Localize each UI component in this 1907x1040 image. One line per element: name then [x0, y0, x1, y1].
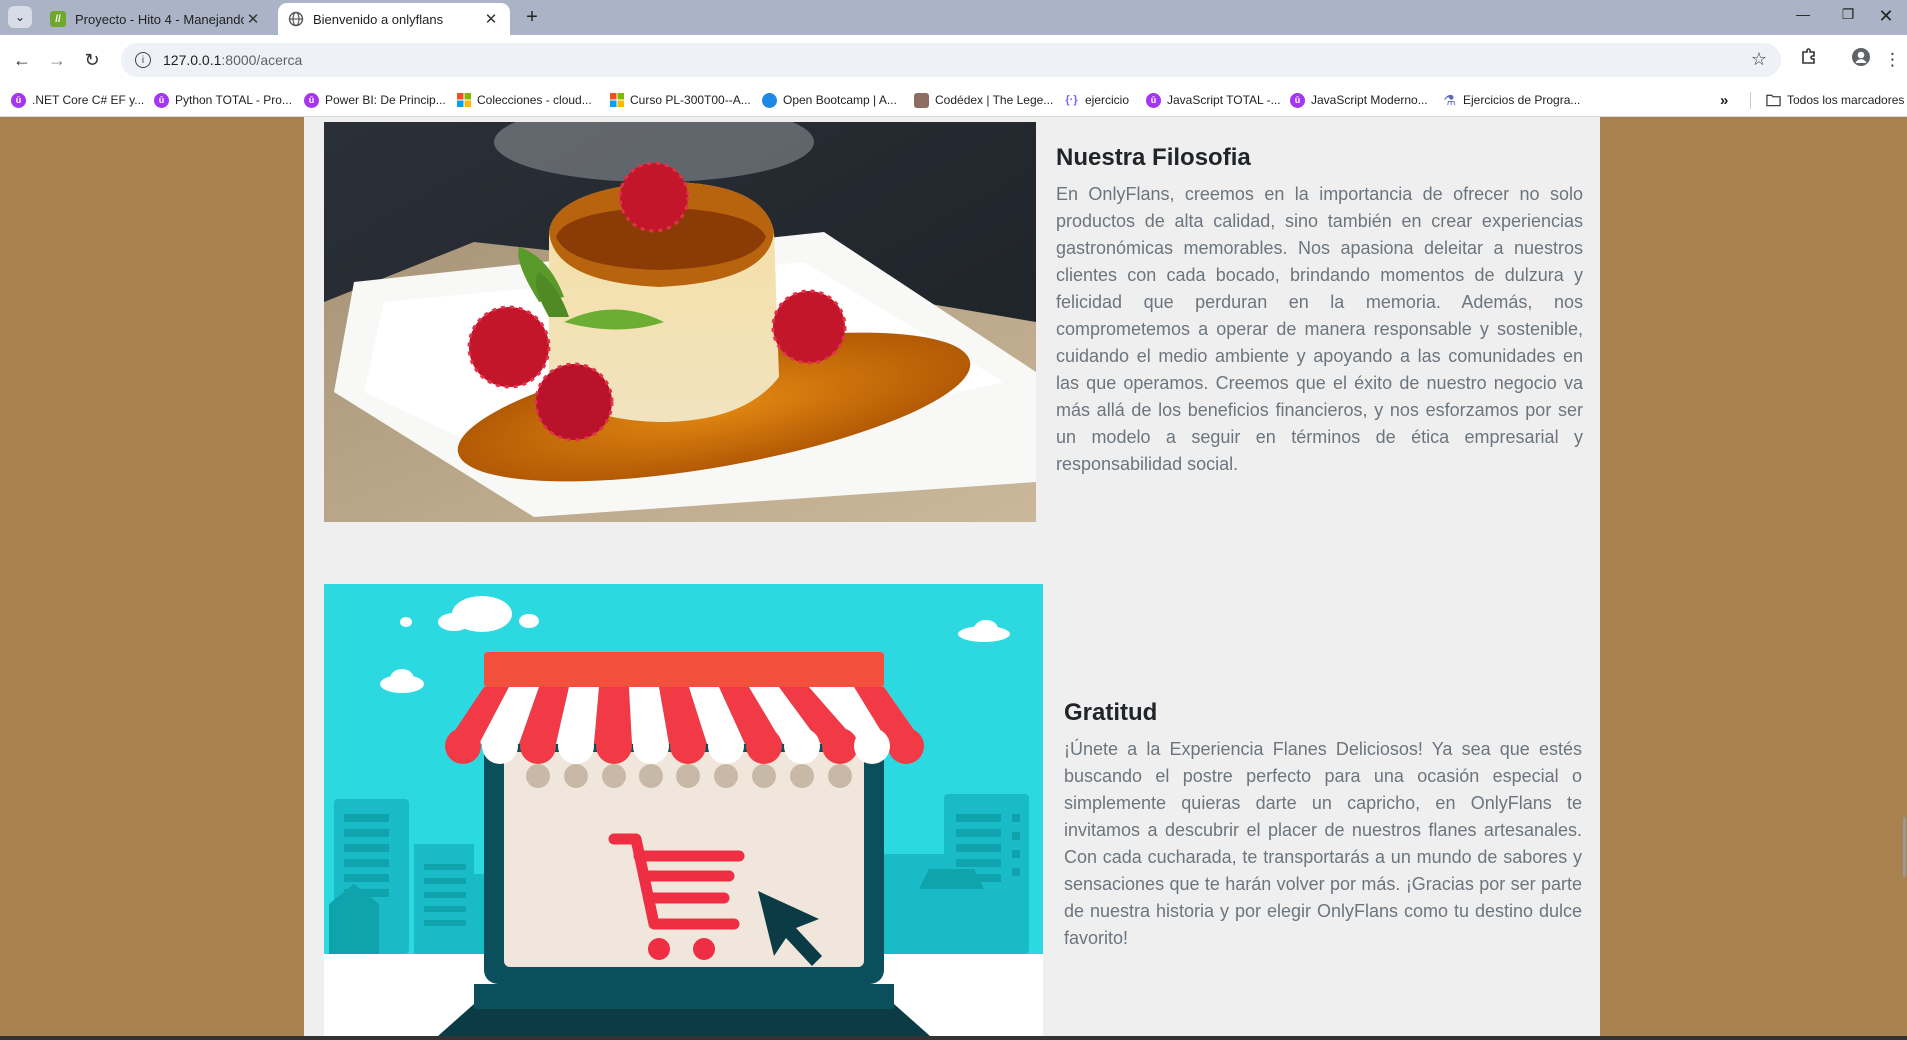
udemy-icon: ū [1290, 92, 1305, 108]
bookmark-item[interactable]: Open Bootcamp | A... [762, 91, 897, 109]
tab-title: Proyecto - Hito 4 - Manejando [75, 11, 244, 27]
bookmark-label: Curso PL-300T00--A... [630, 93, 751, 107]
globe-icon [288, 11, 304, 27]
bookmark-item[interactable]: Curso PL-300T00--A... [609, 91, 751, 109]
taskbar-edge [0, 1036, 1907, 1040]
bootcamp-icon [762, 92, 777, 108]
close-window-icon[interactable]: ✕ [1866, 6, 1906, 28]
profile-avatar-icon[interactable] [1848, 47, 1874, 73]
bookmark-item[interactable]: ū .NET Core C# EF y... [11, 91, 144, 109]
bookmarks-divider [1750, 92, 1751, 109]
udemy-icon: ū [154, 92, 169, 108]
reload-icon[interactable]: ↻ [79, 47, 105, 73]
microsoft-icon [609, 93, 624, 108]
bookmark-item[interactable]: ū JavaScript Moderno... [1290, 91, 1428, 109]
section-title: Gratitud [1064, 699, 1158, 726]
bookmark-label: JavaScript TOTAL -... [1167, 93, 1281, 107]
section-card-gratitud: Gratitud ¡Únete a la Experiencia Flanes … [304, 564, 1600, 1040]
folder-icon [1766, 93, 1781, 108]
udemy-icon: ū [1146, 92, 1161, 108]
bookmarks-bar: ū .NET Core C# EF y... ū Python TOTAL - Pr… [0, 84, 1907, 117]
bookmark-label: Todos los marcadores [1787, 93, 1905, 107]
bookmark-label: Ejercicios de Progra... [1463, 93, 1581, 107]
bookmark-label: Codédex | The Lege... [935, 93, 1054, 107]
bookmark-item[interactable]: Colecciones - cloud... [456, 91, 592, 109]
section-title: Nuestra Filosofia [1056, 144, 1251, 171]
kebab-menu-icon[interactable]: ⋮ [1884, 47, 1901, 73]
tab-proyecto[interactable]: // Proyecto - Hito 4 - Manejando ✕ [40, 3, 272, 35]
extensions-puzzle-icon[interactable] [1796, 47, 1822, 73]
bookmark-label: JavaScript Moderno... [1311, 93, 1428, 107]
lightning-favicon-icon: // [50, 11, 66, 27]
close-tab-icon[interactable]: ✕ [482, 10, 500, 28]
all-bookmarks-folder[interactable]: Todos los marcadores [1766, 91, 1904, 109]
bookmark-item[interactable]: Codédex | The Lege... [914, 91, 1053, 109]
browser-toolbar: ← → ↻ i 127.0.0.1:8000/acerca ☆ ⋮ [0, 35, 1907, 84]
udemy-icon: ū [304, 92, 319, 108]
scrollbar-thumb[interactable] [1903, 817, 1906, 877]
microsoft-icon [456, 93, 471, 108]
tab-title: Bienvenido a onlyflans [313, 11, 444, 27]
bookmark-label: Power BI: De Princip... [325, 93, 446, 107]
tab-search-chevron-icon[interactable]: ⌄ [8, 6, 32, 28]
site-info-icon[interactable]: i [135, 52, 151, 68]
address-bar[interactable]: i 127.0.0.1:8000/acerca ☆ [121, 43, 1781, 77]
bookmark-label: Colecciones - cloud... [477, 93, 592, 107]
bookmark-label: ejercicio [1085, 93, 1130, 107]
page-viewport: Nuestra Filosofia En OnlyFlans, creemos … [0, 117, 1907, 1040]
bookmark-item[interactable]: ū JavaScript TOTAL -... [1146, 91, 1281, 109]
bookmark-star-icon[interactable]: ☆ [1751, 49, 1767, 70]
page-scrollbar[interactable] [1897, 117, 1907, 1040]
bookmark-item[interactable]: ⚗ Ejercicios de Progra... [1442, 91, 1580, 109]
code-brackets-icon: {·} [1065, 94, 1078, 106]
bookmark-label: Open Bootcamp | A... [783, 93, 897, 107]
url-path: :8000/acerca [221, 52, 303, 68]
flask-icon: ⚗ [1443, 91, 1456, 108]
online-store-illustration [324, 584, 1043, 1040]
bookmark-item[interactable]: ū Power BI: De Princip... [304, 91, 446, 109]
section-text: ¡Únete a la Experiencia Flanes Delicioso… [1064, 739, 1582, 948]
restore-icon[interactable]: ❐ [1828, 6, 1868, 28]
bookmark-item[interactable]: ū Python TOTAL - Pro... [154, 91, 292, 109]
bookmark-label: Python TOTAL - Pro... [175, 93, 292, 107]
bookmark-label: .NET Core C# EF y... [32, 93, 145, 107]
tab-onlyflans[interactable]: Bienvenido a onlyflans ✕ [278, 3, 510, 35]
more-bookmarks-chevron-icon[interactable]: » [1720, 91, 1728, 109]
new-tab-plus-icon[interactable]: + [520, 6, 544, 30]
flan-with-raspberries-photo [324, 122, 1036, 522]
tab-strip: ⌄ // Proyecto - Hito 4 - Manejando ✕ Bie… [0, 0, 1907, 35]
minimize-icon[interactable]: — [1783, 6, 1823, 28]
section-text: En OnlyFlans, creemos en la importancia … [1056, 184, 1583, 474]
back-arrow-icon[interactable]: ← [9, 47, 35, 73]
url-host: 127.0.0.1 [163, 52, 222, 68]
close-tab-icon[interactable]: ✕ [244, 10, 262, 28]
udemy-icon: ū [11, 92, 26, 108]
forward-arrow-icon[interactable]: → [44, 47, 70, 73]
bookmark-item[interactable]: {·} ejercicio [1064, 91, 1129, 109]
codedex-icon [914, 92, 929, 108]
